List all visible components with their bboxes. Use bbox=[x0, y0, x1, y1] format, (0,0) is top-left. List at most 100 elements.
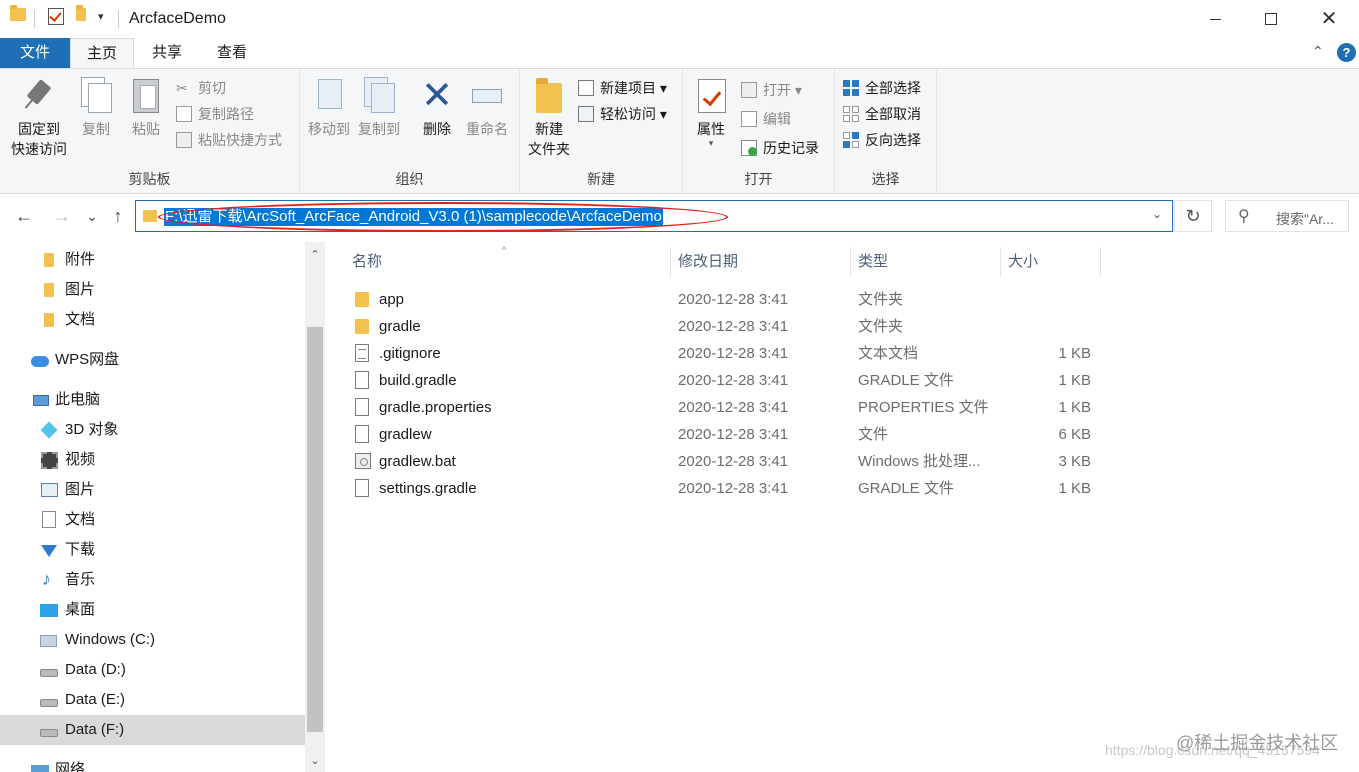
paste-icon bbox=[129, 77, 163, 115]
quick-access-properties[interactable] bbox=[48, 8, 64, 25]
windows-drive-icon bbox=[40, 635, 57, 647]
table-row[interactable]: gradle 2020-12-28 3:41 文件夹 bbox=[325, 313, 1359, 340]
column-header-size[interactable]: 大小 bbox=[1008, 247, 1038, 277]
paste-shortcut-button[interactable]: 粘贴快捷方式 bbox=[176, 129, 282, 151]
open-label: 打开 ▾ bbox=[763, 82, 802, 98]
quick-access-folder[interactable] bbox=[10, 5, 26, 21]
tab-view[interactable]: 查看 bbox=[200, 38, 264, 68]
edit-button[interactable]: 编辑 bbox=[741, 108, 791, 130]
file-type: 文本文档 bbox=[858, 345, 919, 362]
nav-item-desktop[interactable]: 桌面 bbox=[0, 595, 305, 625]
back-button[interactable]: ← bbox=[12, 206, 36, 227]
nav-item-label: 文档 bbox=[65, 511, 96, 528]
ribbon-collapse-icon[interactable]: ⌃ bbox=[1312, 43, 1324, 60]
pc-icon bbox=[33, 395, 49, 406]
nav-item-drive-c[interactable]: Windows (C:) bbox=[0, 625, 305, 655]
column-header-type[interactable]: 类型 bbox=[858, 247, 888, 277]
select-group-label: 选择 bbox=[871, 171, 900, 187]
table-row[interactable]: build.gradle 2020-12-28 3:41 GRADLE 文件 1… bbox=[325, 367, 1359, 394]
pin-to-quick-access-button[interactable]: 固定到 快速访问 bbox=[8, 77, 70, 159]
column-header-name[interactable]: 名称 ^ bbox=[352, 245, 506, 277]
maximize-icon bbox=[1265, 13, 1277, 25]
clipboard-group-label: 剪贴板 bbox=[128, 171, 171, 187]
nav-item-drive-d[interactable]: Data (D:) bbox=[0, 655, 305, 685]
help-icon[interactable]: ? bbox=[1337, 43, 1356, 62]
scrollbar-thumb[interactable] bbox=[307, 327, 323, 732]
nav-item-3d-objects[interactable]: 3D 对象 bbox=[0, 415, 305, 445]
history-label: 历史记录 bbox=[763, 140, 819, 156]
refresh-button[interactable]: ↻ bbox=[1174, 200, 1212, 232]
copy-path-button[interactable]: 复制路径 bbox=[176, 103, 254, 125]
search-box[interactable]: ⚲ 搜索"Ar... bbox=[1225, 200, 1349, 232]
nav-item-label: 桌面 bbox=[65, 601, 96, 618]
file-icon bbox=[355, 371, 369, 389]
pin-label-line2: 快速访问 bbox=[11, 141, 67, 157]
scroll-down-icon[interactable]: ⌄ bbox=[305, 754, 325, 767]
properties-button[interactable]: 属性 ▾ bbox=[691, 77, 731, 148]
table-row[interactable]: .gitignore 2020-12-28 3:41 文本文档 1 KB bbox=[325, 340, 1359, 367]
tab-file[interactable]: 文件 bbox=[0, 38, 70, 68]
quick-access-customize[interactable]: ▾ bbox=[98, 10, 104, 23]
select-none-button[interactable]: 全部取消 bbox=[843, 103, 921, 125]
drive-icon bbox=[40, 669, 58, 677]
nav-item-drive-f[interactable]: Data (F:) bbox=[0, 715, 305, 745]
close-button[interactable]: ✕ bbox=[1301, 0, 1357, 38]
move-to-button[interactable]: 移动到 bbox=[305, 77, 353, 139]
copy-to-button[interactable]: 复制到 bbox=[355, 77, 403, 139]
invert-selection-button[interactable]: 反向选择 bbox=[843, 129, 921, 151]
nav-item-drive-e[interactable]: Data (E:) bbox=[0, 685, 305, 715]
new-item-button[interactable]: 新建项目 ▾ bbox=[578, 77, 667, 99]
nav-item-videos[interactable]: 视频 bbox=[0, 445, 305, 475]
move-to-label: 移动到 bbox=[308, 121, 350, 137]
select-all-button[interactable]: 全部选择 bbox=[843, 77, 921, 99]
nav-item-documents[interactable]: 文档 bbox=[0, 505, 305, 535]
nav-item-music[interactable]: ♪ 音乐 bbox=[0, 565, 305, 595]
address-bar[interactable]: F:\迅雷下载\ArcSoft_ArcFace_Android_V3.0 (1)… bbox=[135, 200, 1173, 232]
nav-item-downloads[interactable]: 下载 bbox=[0, 535, 305, 565]
search-input[interactable]: 搜索"Ar... bbox=[1276, 209, 1334, 229]
column-divider[interactable] bbox=[1100, 247, 1101, 277]
divider bbox=[118, 10, 119, 28]
table-row[interactable]: settings.gradle 2020-12-28 3:41 GRADLE 文… bbox=[325, 475, 1359, 502]
table-row[interactable]: gradlew.bat Windows 批处理... 2020-12-28 3:… bbox=[325, 448, 1359, 475]
column-divider[interactable] bbox=[670, 247, 671, 277]
new-folder-button[interactable]: 新建 文件夹 bbox=[524, 77, 574, 159]
nav-item-wps-drive[interactable]: WPS网盘 bbox=[0, 345, 305, 375]
up-button[interactable]: ↑ bbox=[106, 206, 130, 227]
nav-scrollbar[interactable]: ⌃ ⌄ bbox=[305, 242, 325, 772]
minimize-button[interactable] bbox=[1187, 0, 1243, 38]
nav-item-attachments[interactable]: 附件 bbox=[0, 245, 305, 275]
minimize-icon bbox=[1209, 18, 1221, 20]
file-type: GRADLE 文件 bbox=[858, 372, 954, 389]
open-button[interactable]: 打开 ▾ bbox=[741, 79, 802, 101]
column-header-modified[interactable]: 修改日期 bbox=[678, 247, 738, 277]
nav-item-pictures[interactable]: 图片 bbox=[0, 475, 305, 505]
quick-access-new-folder[interactable] bbox=[76, 5, 86, 21]
scroll-up-icon[interactable]: ⌃ bbox=[305, 248, 325, 261]
nav-item-documents-quick[interactable]: 文档 bbox=[0, 305, 305, 335]
paste-button[interactable]: 粘贴 bbox=[126, 77, 166, 139]
nav-item-network[interactable]: 网络 bbox=[0, 755, 305, 772]
tab-home[interactable]: 主页 bbox=[70, 38, 134, 68]
table-row[interactable]: gradlew 2020-12-28 3:41 文件 6 KB bbox=[325, 421, 1359, 448]
nav-item-this-pc[interactable]: 此电脑 bbox=[0, 385, 305, 415]
table-row[interactable]: app 2020-12-28 3:41 文件夹 bbox=[325, 286, 1359, 313]
table-row[interactable]: gradle.properties 2020-12-28 3:41 PROPER… bbox=[325, 394, 1359, 421]
new-folder-label-line1: 新建 bbox=[535, 121, 563, 137]
column-divider[interactable] bbox=[850, 247, 851, 277]
delete-button[interactable]: ✕ 删除 bbox=[417, 77, 457, 139]
recent-locations-button[interactable]: ⌄ bbox=[80, 208, 104, 225]
new-item-label: 新建项目 ▾ bbox=[600, 80, 667, 96]
copy-button[interactable]: 复制 bbox=[76, 77, 116, 139]
rename-button[interactable]: 重命名 bbox=[462, 77, 512, 139]
forward-button[interactable]: → bbox=[50, 206, 74, 227]
tab-share[interactable]: 共享 bbox=[134, 38, 200, 68]
easy-access-button[interactable]: 轻松访问 ▾ bbox=[578, 103, 667, 125]
nav-item-label: Data (D:) bbox=[65, 661, 126, 678]
chevron-down-icon[interactable]: ⌄ bbox=[1152, 207, 1162, 221]
cut-button[interactable]: ✂ 剪切 bbox=[176, 77, 226, 99]
maximize-button[interactable] bbox=[1243, 0, 1299, 38]
history-button[interactable]: 历史记录 bbox=[741, 137, 819, 159]
column-divider[interactable] bbox=[1000, 247, 1001, 277]
nav-item-pictures-quick[interactable]: 图片 bbox=[0, 275, 305, 305]
